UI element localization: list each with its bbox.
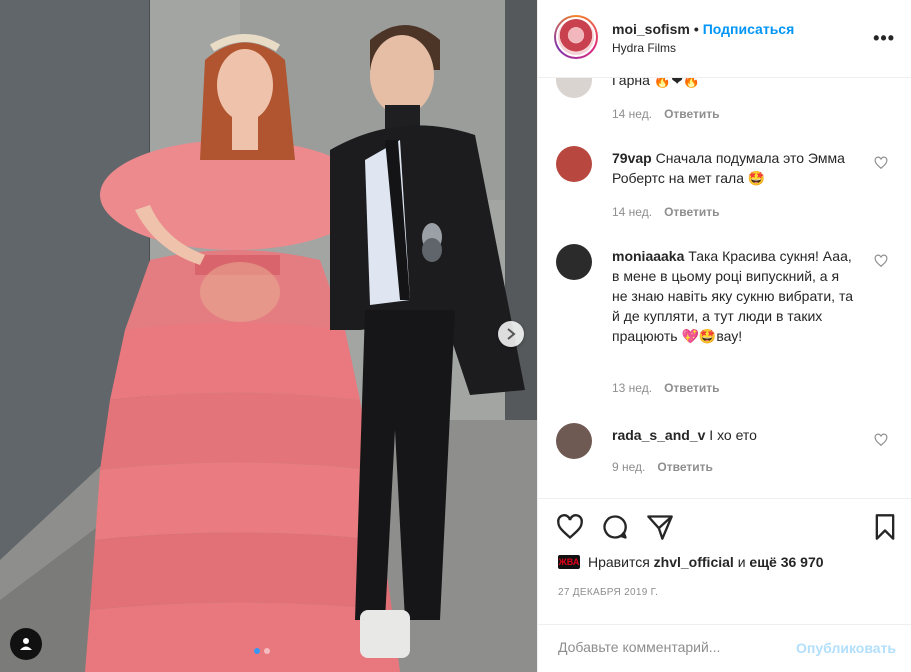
liker-username[interactable]: zhvl_official	[654, 554, 734, 570]
comment-username[interactable]: moniaaaka	[612, 248, 684, 264]
post-image	[0, 0, 537, 672]
comment-meta: 13 нед. Ответить	[612, 381, 720, 395]
comment-body: I хо ето	[709, 427, 757, 443]
comment-age[interactable]: 13 нед.	[612, 381, 652, 395]
like-comment-heart-icon[interactable]	[874, 156, 888, 170]
liker-avatar[interactable]: ЖВА	[558, 555, 580, 569]
comment-age[interactable]: 14 нед.	[612, 205, 652, 219]
post-date[interactable]: 27 ДЕКАБРЯ 2019 Г.	[558, 587, 658, 598]
carousel-indicator	[254, 648, 270, 654]
bookmark-icon[interactable]	[871, 513, 899, 541]
carousel-dot-active	[254, 648, 260, 654]
reply-button[interactable]: Ответить	[664, 205, 719, 219]
commenter-avatar[interactable]	[556, 423, 592, 459]
comment-meta: 9 нед. Ответить	[612, 460, 713, 474]
comment-text: Гарна 🔥❤🔥	[612, 78, 858, 90]
follow-button[interactable]: Подписаться	[703, 21, 795, 37]
likes-prefix: Нравится	[588, 554, 650, 570]
carousel-dot	[264, 648, 270, 654]
author-avatar[interactable]	[554, 15, 598, 59]
comment-age[interactable]: 14 нед.	[612, 107, 652, 121]
chevron-right-icon	[507, 328, 516, 340]
comment-input[interactable]	[558, 639, 778, 655]
paper-plane-icon[interactable]	[646, 513, 674, 541]
post-header: moi_sofism • Подписаться Hydra Films •••	[538, 0, 911, 78]
like-comment-heart-icon[interactable]	[874, 254, 888, 268]
comment-text: 79vap Сначала подумала это Эмма Робертс …	[612, 148, 858, 188]
commenter-avatar[interactable]	[556, 146, 592, 182]
commenter-avatar[interactable]	[556, 78, 592, 98]
more-options-button[interactable]: •••	[873, 28, 895, 49]
comment-username[interactable]: 79vap	[612, 150, 652, 166]
comments-list[interactable]: Гарна 🔥❤🔥 14 нед. Ответить 79vap Сначала …	[538, 78, 911, 498]
heart-outline-icon[interactable]	[556, 513, 584, 541]
reply-button[interactable]: Ответить	[657, 460, 712, 474]
post-side-panel: moi_sofism • Подписаться Hydra Films ••• Г…	[537, 0, 911, 672]
add-comment-bar: Опубликовать	[538, 624, 911, 672]
likes-count-link[interactable]: ещё 36 970	[749, 554, 823, 570]
tagged-users-button[interactable]	[10, 628, 42, 660]
carousel-next-button[interactable]	[498, 321, 524, 347]
separator-dot: •	[693, 21, 699, 37]
speech-bubble-icon[interactable]	[601, 513, 629, 541]
user-icon	[20, 638, 32, 650]
author-line: moi_sofism • Подписаться	[612, 21, 794, 37]
comment-username[interactable]: rada_s_and_v	[612, 427, 705, 443]
comment-text: rada_s_and_v I хо ето	[612, 425, 858, 445]
comment-text: moniaaaka Така Красива сукня! Ааа, в мен…	[612, 246, 858, 346]
comment-meta: 14 нед. Ответить	[612, 107, 720, 121]
likes-summary: ЖВА Нравится zhvl_official и ещё 36 970	[558, 554, 824, 570]
post-actions: ЖВА Нравится zhvl_official и ещё 36 970 …	[538, 498, 911, 672]
likes-middle: и	[737, 554, 746, 570]
comment-body: Гарна 🔥❤🔥	[612, 78, 701, 88]
reply-button[interactable]: Ответить	[664, 107, 719, 121]
reply-button[interactable]: Ответить	[664, 381, 719, 395]
like-comment-heart-icon[interactable]	[874, 433, 888, 447]
comment-meta: 14 нед. Ответить	[612, 205, 720, 219]
post-location[interactable]: Hydra Films	[612, 41, 676, 55]
post-photo[interactable]	[0, 0, 537, 672]
comment-age[interactable]: 9 нед.	[612, 460, 645, 474]
commenter-avatar[interactable]	[556, 244, 592, 280]
author-username[interactable]: moi_sofism	[612, 21, 690, 37]
publish-button[interactable]: Опубликовать	[796, 640, 896, 656]
